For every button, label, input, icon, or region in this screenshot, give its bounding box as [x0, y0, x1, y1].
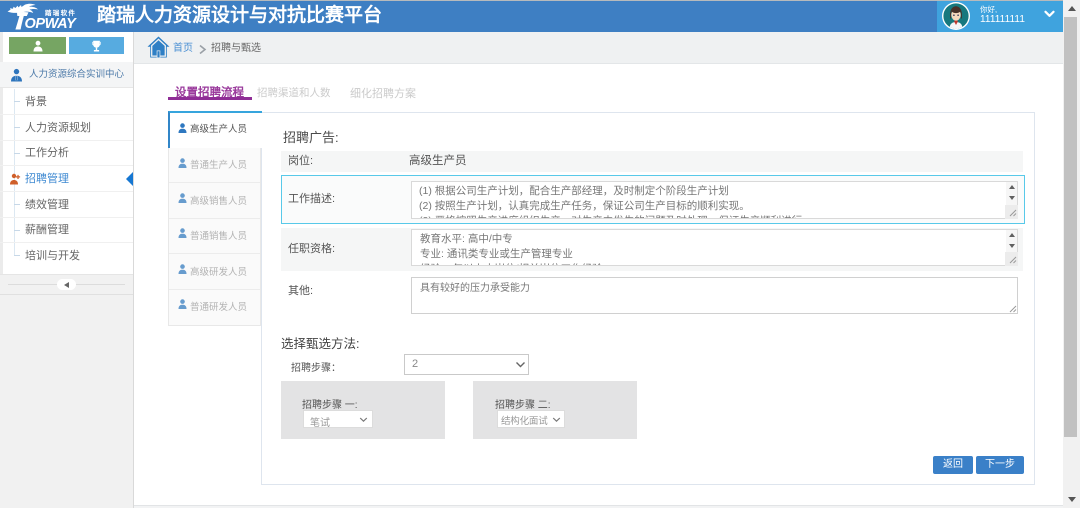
- svg-text:踏瑞软件: 踏瑞软件: [45, 8, 76, 17]
- svg-text:OPWAY: OPWAY: [25, 16, 78, 31]
